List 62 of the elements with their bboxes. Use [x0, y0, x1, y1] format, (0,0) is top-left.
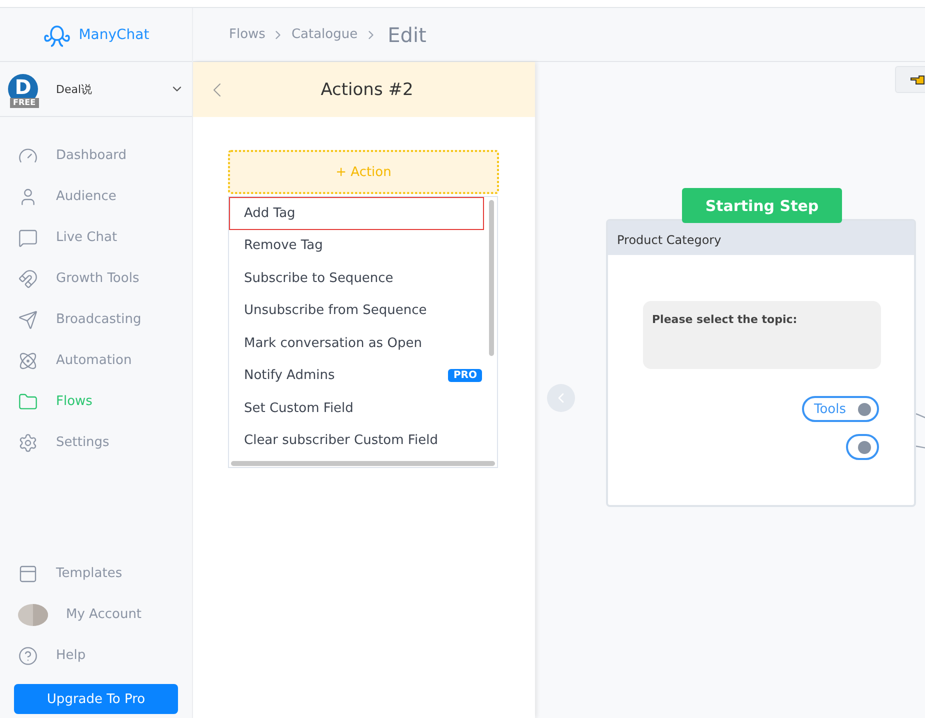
magnet-icon — [18, 268, 38, 288]
breadcrumb-link[interactable]: Flows — [229, 27, 266, 42]
quick-reply-button[interactable] — [846, 434, 879, 460]
sidebar-label: Live Chat — [56, 230, 118, 245]
sidebar-label: Settings — [56, 435, 110, 450]
brand-name: ManyChat — [78, 26, 150, 42]
sidebar-label: My Account — [66, 607, 142, 622]
sidebar-label: Flows — [56, 394, 92, 409]
quick-reply-button[interactable]: Tools — [802, 396, 879, 422]
sidebar-item[interactable]: Help — [0, 635, 192, 676]
settings-icon — [18, 432, 38, 452]
menu-item[interactable]: Mark conversation as Open — [229, 327, 497, 360]
scrollbar-thumb[interactable] — [489, 200, 494, 356]
sidebar-item[interactable]: Broadcasting — [0, 299, 192, 340]
menu-item[interactable]: Unsubscribe from Sequence — [229, 294, 497, 327]
sidebar-label: Dashboard — [56, 148, 127, 163]
sidebar-item[interactable]: Settings — [0, 422, 192, 463]
flow-node[interactable]: Product Category Please select the topic: Tools — [606, 219, 916, 507]
menu-item[interactable]: Subscribe to Sequence — [229, 262, 497, 294]
folder-icon — [18, 392, 38, 412]
add-action-button[interactable]: + Action — [228, 150, 499, 194]
panel-title: Actions #2 — [320, 80, 414, 100]
help-icon — [18, 646, 38, 666]
connector-dot[interactable] — [858, 402, 871, 416]
sidebar-label: Audience — [56, 189, 116, 204]
plan-badge: FREE — [10, 98, 39, 108]
avatar-icon — [18, 604, 48, 626]
sidebar-label: Growth Tools — [56, 271, 140, 286]
avatar-initial: D — [14, 74, 32, 99]
connector-dot[interactable] — [858, 440, 871, 454]
sidebar-label: Help — [56, 648, 86, 663]
send-icon — [18, 310, 38, 330]
atom-icon — [18, 350, 38, 370]
scrollbar-thumb[interactable] — [231, 461, 495, 466]
sidebar-label: Automation — [56, 353, 132, 368]
sidebar-item[interactable]: My Account — [0, 594, 192, 635]
sidebar-label: Templates — [56, 566, 122, 581]
sidebar-item[interactable]: Dashboard — [0, 135, 192, 176]
starting-step-label: Starting Step — [682, 188, 842, 223]
chat-icon — [18, 228, 38, 248]
pro-badge: PRO — [448, 369, 482, 382]
menu-item[interactable]: Notify Admins PRO — [229, 360, 497, 392]
breadcrumb-current: Edit — [388, 22, 426, 46]
menu-item[interactable]: Add Tag — [229, 197, 484, 230]
sidebar-label: Broadcasting — [56, 312, 142, 327]
sidebar-item[interactable]: Automation — [0, 340, 192, 381]
node-title: Product Category — [617, 233, 722, 247]
sidebar-item[interactable]: Live Chat — [0, 217, 192, 258]
sidebar-item[interactable]: Flows — [0, 381, 192, 422]
menu-item[interactable]: Remove Tag — [229, 230, 497, 262]
hand-pointer-icon — [910, 74, 925, 86]
message-bubble: Please select the topic: — [643, 301, 881, 369]
account-name: Deal说 — [56, 82, 94, 96]
sidebar-item[interactable]: Audience — [0, 176, 192, 217]
menu-item[interactable]: Set Custom Field — [229, 392, 497, 424]
upgrade-button[interactable]: Upgrade To Pro — [14, 684, 178, 714]
toolbar-button[interactable] — [895, 66, 925, 93]
templates-icon — [18, 564, 38, 584]
sidebar-item[interactable]: Growth Tools — [0, 258, 192, 299]
sidebar-item[interactable]: Templates — [0, 553, 192, 594]
breadcrumb-link[interactable]: Catalogue — [291, 27, 358, 42]
menu-item[interactable]: Clear subscriber Custom Field — [229, 424, 497, 457]
